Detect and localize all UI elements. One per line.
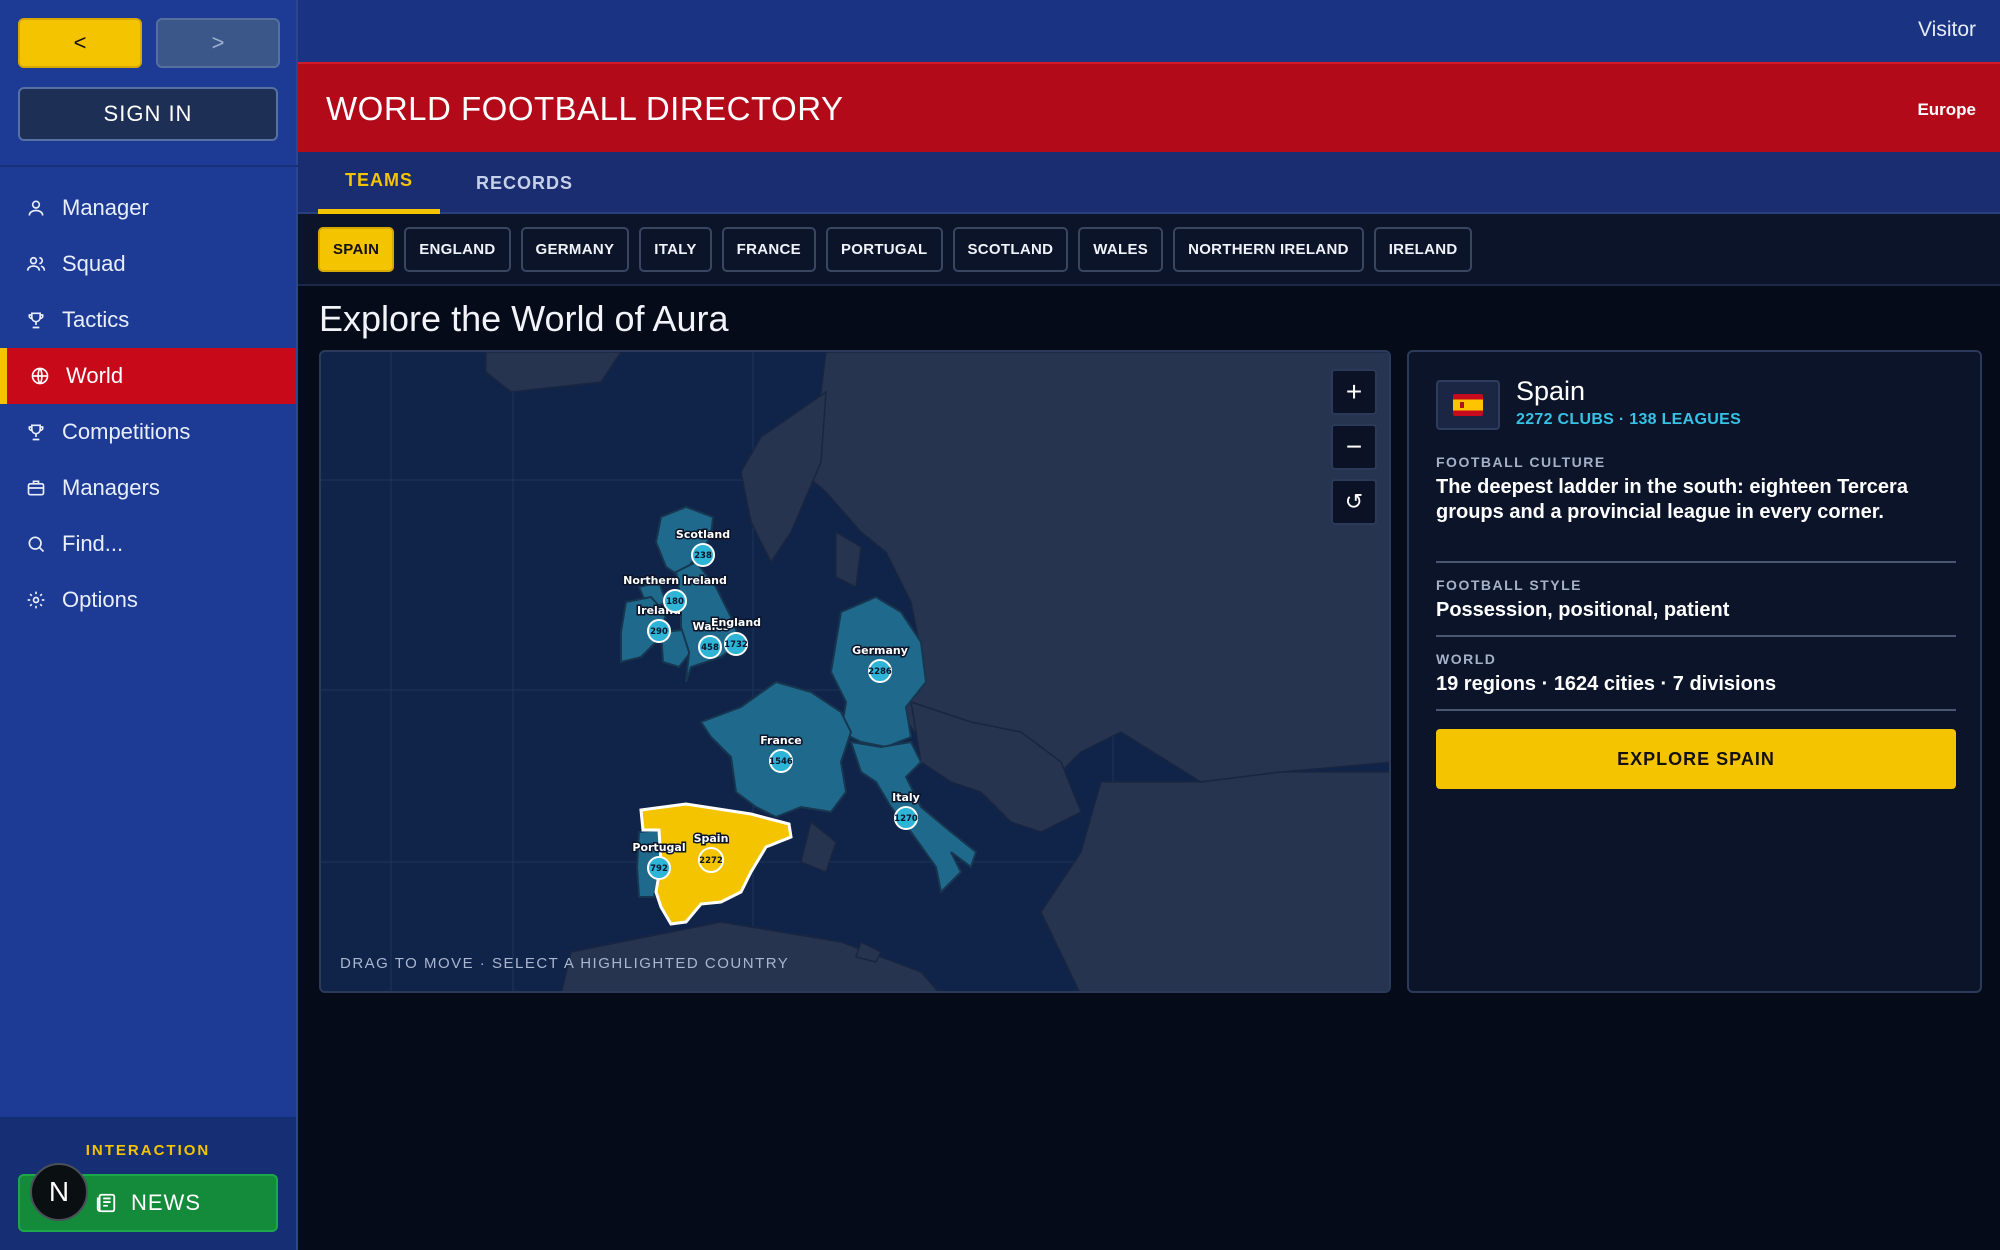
chip-france[interactable]: FRANCE [721,227,816,272]
map-label: Italy [892,791,920,804]
section-heading: Explore the World of Aura [319,298,729,339]
map-land [485,352,1389,991]
forward-button[interactable]: > [156,18,280,68]
tab-teams[interactable]: TEAMS [318,152,440,214]
sidebar-item-managers[interactable]: Managers [0,460,296,516]
map-canvas[interactable]: Scotland Northern Ireland Ireland Wales … [321,352,1391,993]
chip-scotland[interactable]: SCOTLAND [952,227,1069,272]
user-label[interactable]: Visitor [1918,18,1976,42]
sidebar-item-label: World [66,363,124,388]
marker-count: 180 [666,597,684,607]
person-icon [28,200,44,216]
people-icon [26,256,46,271]
chip-england[interactable]: ENGLAND [404,227,511,272]
chip-northern-ireland[interactable]: NORTHERN IRELAND [1173,227,1364,272]
flag-graphic [1453,394,1483,416]
world-text: 19 regions · 1624 cities · 7 divisions [1436,673,1777,695]
style-label: FOOTBALL STYLE [1436,577,1582,593]
country-detail-panel: Spain 2272 CLUBS · 138 LEAGUES FOOTBALL … [1407,350,1982,993]
chip-portugal[interactable]: PORTUGAL [825,227,943,272]
marker-count: 290 [650,627,668,637]
gear-icon [27,591,45,609]
newspaper-icon [96,1193,116,1213]
country-chips: SPAIN ENGLAND GERMANY ITALY FRANCE PORTU… [318,227,1473,272]
tab-bar: TEAMS RECORDS [298,152,2000,214]
world-label: WORLD [1436,651,1497,667]
sidebar-item-label: Options [62,587,138,612]
sign-in-button[interactable]: SIGN IN [18,87,278,141]
marker-count: 2286 [868,667,892,677]
world-map[interactable]: Scotland Northern Ireland Ireland Wales … [319,350,1391,993]
style-text: Possession, positional, patient [1436,599,1730,621]
sidebar-item-label: Manager [62,195,149,220]
zoom-in-button[interactable]: + [1331,369,1377,415]
chip-germany[interactable]: GERMANY [520,227,630,272]
reset-view-button[interactable]: ↺ [1331,479,1377,525]
section-divider [1436,635,1956,637]
history-nav: < > [18,18,280,68]
marker-count: 458 [701,643,719,653]
map-label: Spain [694,832,729,845]
sidebar-item-options[interactable]: Options [0,572,296,628]
map-label: Scotland [676,528,730,541]
map-label: Germany [852,644,908,657]
sidebar-item-find[interactable]: Find... [0,516,296,572]
sidebar-item-label: Managers [62,475,160,500]
country-stats: 2272 CLUBS · 138 LEAGUES [1516,411,1742,428]
chip-spain[interactable]: SPAIN [318,227,395,272]
marker-count: 1270 [894,814,918,824]
marker-count: 1546 [769,757,793,767]
page-title: WORLD FOOTBALL DIRECTORY [326,90,844,127]
country-name: Spain [1516,376,1586,406]
section-divider [1436,561,1956,563]
sidebar-item-label: Competitions [62,419,191,444]
sidebar-item-world[interactable]: World [0,348,296,404]
map-country-france[interactable] [699,680,853,819]
sidebar-item-squad[interactable]: Squad [0,236,296,292]
marker-count: 238 [694,551,712,561]
avatar[interactable]: N [30,1163,88,1221]
culture-text: The deepest ladder in the south: eightee… [1436,476,1908,523]
tab-records[interactable]: RECORDS [476,152,573,214]
culture-label: FOOTBALL CULTURE [1436,454,1606,470]
title-bar: WORLD FOOTBALL DIRECTORY Europe [298,62,2000,152]
sidebar-divider [0,165,298,167]
back-button[interactable]: < [18,18,142,68]
globe-icon [31,367,49,385]
news-label: NEWS [131,1190,201,1215]
marker-count: 2272 [699,856,723,866]
explore-country-button[interactable]: EXPLORE SPAIN [1436,729,1956,789]
zoom-out-button[interactable]: − [1331,424,1377,470]
chip-ireland[interactable]: IRELAND [1373,227,1473,272]
sidebar-item-label: Tactics [62,307,130,332]
marker-count: 1732 [724,640,748,650]
sidebar-item-label: Squad [62,251,126,276]
trophy-icon [28,312,44,329]
sidebar: < > SIGN IN Manager Squad Tactics World … [0,0,298,1250]
map-label: England [711,616,761,629]
briefcase-icon [27,480,45,496]
spain-flag-icon [1436,380,1500,430]
sidebar-item-label: Find... [62,531,124,556]
map-label: Northern Ireland [623,574,727,587]
sidebar-item-tactics[interactable]: Tactics [0,292,296,348]
country-filter-bar: SPAIN ENGLAND GERMANY ITALY FRANCE PORTU… [298,214,2000,286]
map-label: Portugal [632,841,685,854]
interaction-label: INTERACTION [85,1142,211,1159]
section-divider [1436,709,1956,711]
sidebar-nav: Manager Squad Tactics World Competitions… [0,180,296,628]
sidebar-item-manager[interactable]: Manager [0,180,296,236]
map-hint: DRAG TO MOVE · SELECT A HIGHLIGHTED COUN… [340,955,790,972]
chip-wales[interactable]: WALES [1078,227,1164,272]
search-icon [28,536,45,553]
sidebar-item-competitions[interactable]: Competitions [0,404,296,460]
region-label: Europe [1917,100,1976,119]
trophy-icon [28,424,44,441]
marker-count: 792 [650,864,668,874]
map-label: France [760,734,801,747]
chip-italy[interactable]: ITALY [639,227,712,272]
top-bar: Visitor [298,0,2000,62]
